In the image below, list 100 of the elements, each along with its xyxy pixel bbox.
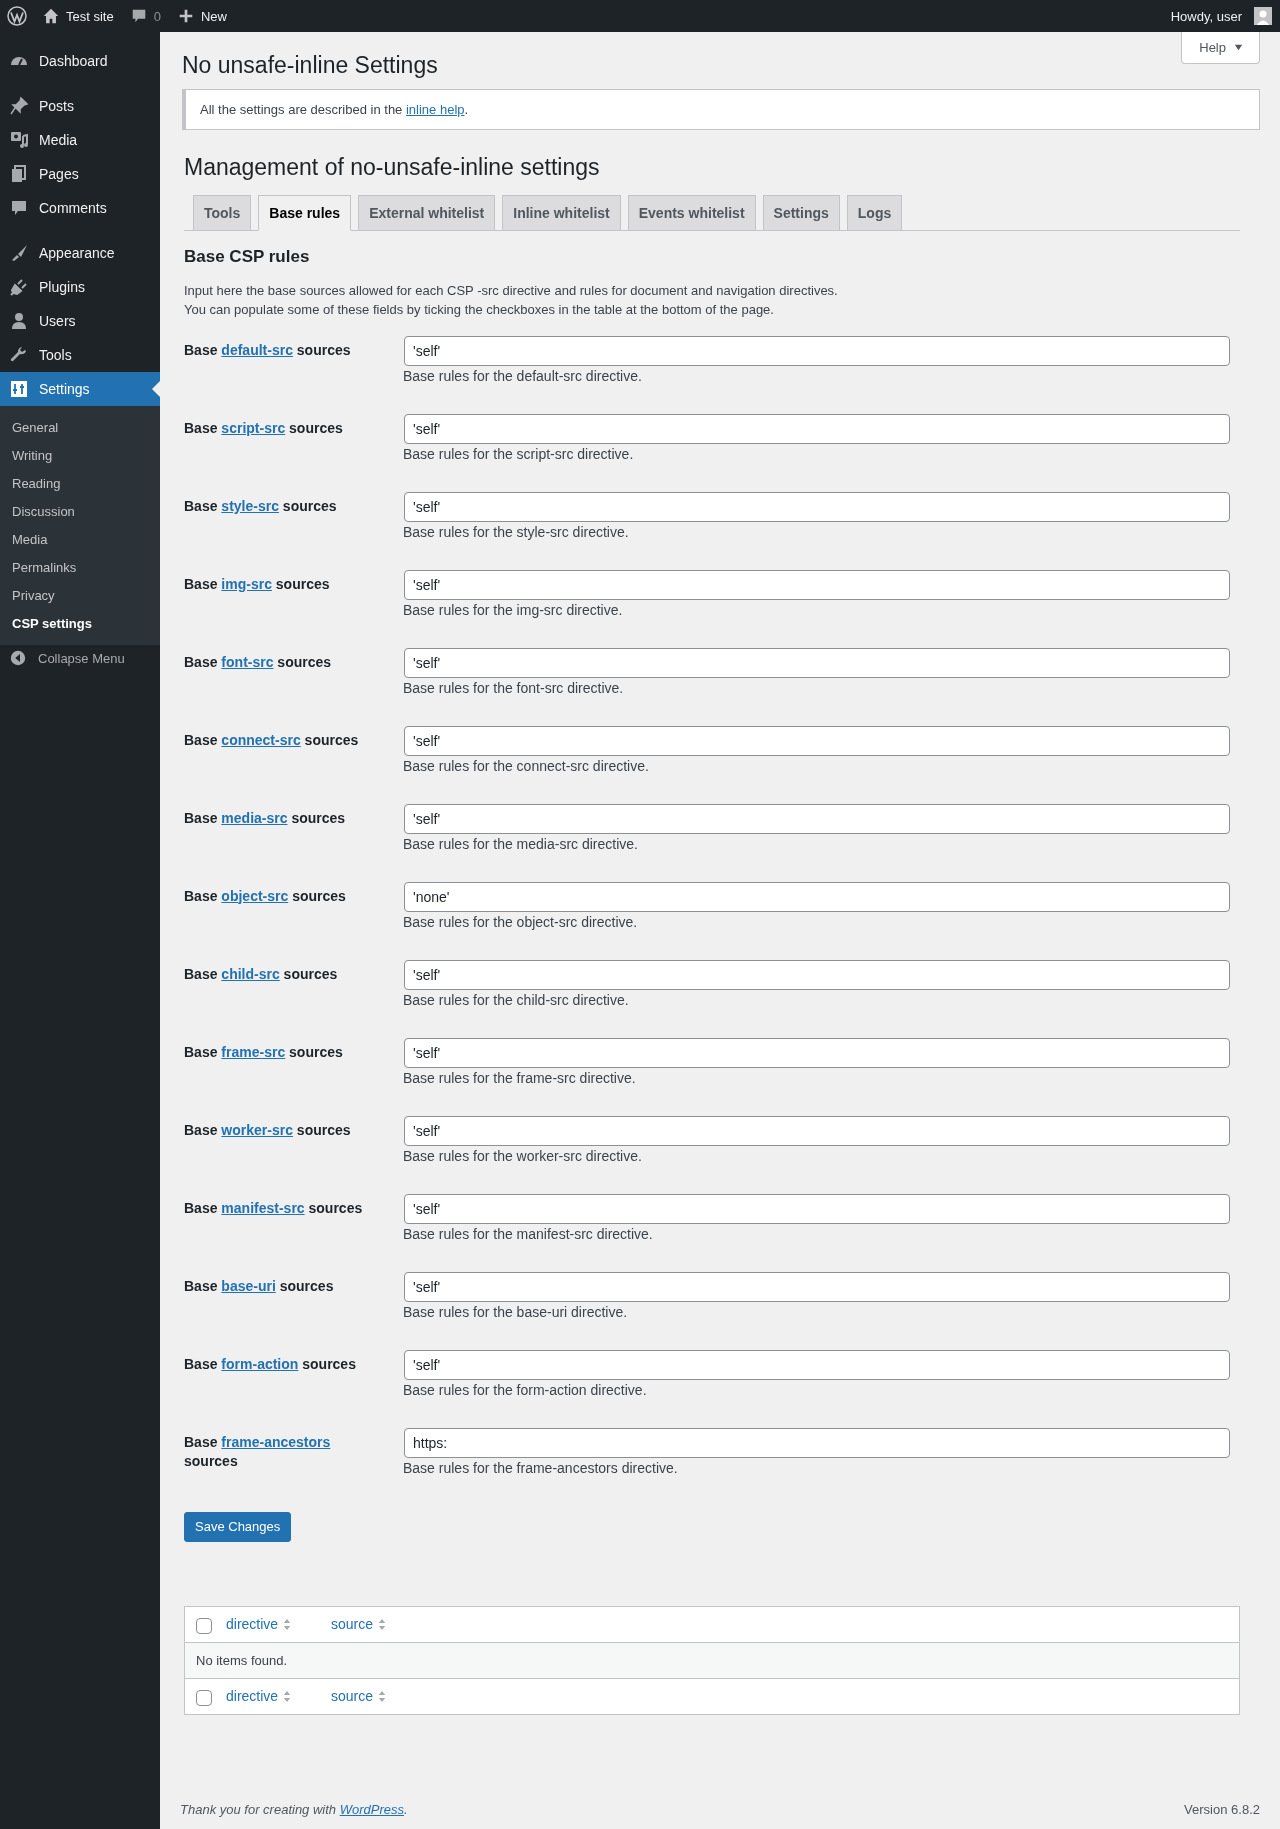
csp-docs-link[interactable]: script-src [221,419,286,436]
submenu-item[interactable]: Permalinks [0,553,160,581]
pages-icon [9,164,29,184]
input-field[interactable]: https: [404,1427,1230,1458]
csp-docs-link[interactable]: media-src [221,809,288,826]
field-label: Base base-uri sources [184,1276,335,1296]
footer-text: Thank you for creating with WordPress. [180,1802,408,1817]
csp-docs-link[interactable]: child-src [221,965,280,982]
csp-docs-link[interactable]: manifest-src [221,1199,305,1216]
site-link[interactable]: Test site [42,7,114,25]
sliders-icon [9,379,29,399]
media-icon [9,130,29,150]
input-field[interactable]: 'self' [404,1115,1230,1146]
column-sort-link[interactable]: source [331,1688,436,1705]
menu-item[interactable]: Users [0,304,160,338]
field-description: Base rules for the font-src directive. [403,679,625,696]
input-field[interactable]: 'self' [404,1193,1230,1224]
page-title: No unsafe-inline Settings [182,51,439,80]
tab[interactable]: Logs [846,194,903,230]
menu-item[interactable]: Plugins [0,270,160,304]
sort-arrows-icon [283,1617,292,1631]
field-description: Base rules for the child-src directive. [403,991,630,1008]
field-label: Base media-src sources [184,808,347,828]
input-field[interactable]: 'self' [404,803,1230,834]
field-label: Base form-action sources [184,1354,357,1374]
csp-docs-link[interactable]: connect-src [221,731,301,748]
field-description: Base rules for the form-action directive. [403,1381,648,1398]
field-label: Base object-src sources [184,886,347,906]
wordpress-link[interactable]: WordPress [339,1802,404,1817]
collapse-menu-button[interactable]: Collapse Menu [0,645,160,671]
csp-docs-link[interactable]: style-src [221,497,279,514]
input-field[interactable]: 'self' [404,647,1230,678]
menu-item[interactable]: Dashboard [0,44,160,78]
wordpress-logo-icon[interactable] [7,6,27,26]
input-field[interactable]: 'self' [404,413,1230,444]
intro-text: You can populate some of these fields by ticking the checkboxes in the table at the bottom of the page. [184,300,775,319]
submenu-item[interactable]: Media [0,525,160,553]
csp-docs-link[interactable]: form-action [221,1355,299,1372]
new-link[interactable]: New [176,7,227,25]
column-sort-link[interactable]: directive [226,1688,331,1705]
caret-icon [1234,43,1243,52]
submenu-item[interactable]: Privacy [0,581,160,609]
menu-item[interactable]: Posts [0,89,160,123]
save-button[interactable]: Save Changes [184,1511,292,1542]
tab[interactable]: Base rules [258,194,352,231]
field-description: Base rules for the base-uri directive. [403,1303,629,1320]
column-sort-link[interactable]: source [331,1616,436,1633]
submenu-item[interactable]: Reading [0,469,160,497]
submenu-item[interactable]: Discussion [0,497,160,525]
csp-docs-link[interactable]: worker-src [221,1121,293,1138]
menu-item[interactable]: Comments [0,191,160,225]
tab[interactable]: Settings [762,194,840,230]
submenu-item[interactable]: Writing [0,441,160,469]
field-description: Base rules for the object-src directive. [403,913,639,930]
inline-help-link[interactable]: inline help [405,101,465,117]
field-label: Base worker-src sources [184,1120,352,1140]
input-field[interactable]: 'none' [404,881,1230,912]
menu-item[interactable]: Pages [0,157,160,191]
input-field[interactable]: 'self' [404,959,1230,990]
select-all-checkbox[interactable] [196,1617,212,1634]
csp-docs-link[interactable]: frame-ancestors [221,1433,331,1450]
input-field[interactable]: 'self' [404,725,1230,756]
csp-docs-link[interactable]: object-src [221,887,289,904]
csp-docs-link[interactable]: img-src [221,575,272,592]
field-description: Base rules for the script-src directive. [403,445,635,462]
tab[interactable]: Inline whitelist [502,194,621,230]
csp-docs-link[interactable]: default-src [221,341,293,358]
csp-docs-link[interactable]: font-src [221,653,274,670]
tab[interactable]: External whitelist [358,194,496,230]
menu-item[interactable]: Media [0,123,160,157]
input-field[interactable]: 'self' [404,569,1230,600]
menu-item[interactable]: Tools [0,338,160,372]
comments-link[interactable]: 0 [129,7,161,25]
account-link[interactable]: Howdy, user [1170,7,1272,25]
plug-icon [9,277,29,297]
input-field[interactable]: 'self' [404,335,1230,366]
submenu-item[interactable]: CSP settings [0,609,160,637]
pin-icon [9,96,29,116]
select-all-checkbox[interactable] [196,1689,212,1706]
input-field[interactable]: 'self' [404,491,1230,522]
field-label: Base img-src sources [184,574,331,594]
input-field[interactable]: 'self' [404,1271,1230,1302]
section-title: Management of no-unsafe-inline settings [184,153,601,181]
person-icon [9,311,29,331]
menu-item[interactable]: Settings [0,372,160,406]
sort-arrows-icon [378,1689,387,1703]
tab[interactable]: Events whitelist [627,194,756,230]
field-description: Base rules for the style-src directive. [403,523,630,540]
field-label: Base font-src sources [184,652,333,672]
csp-docs-link[interactable]: frame-src [221,1043,286,1060]
version-text: Version 6.8.2 [1184,1802,1260,1817]
menu-item[interactable]: Appearance [0,236,160,270]
input-field[interactable]: 'self' [404,1349,1230,1380]
input-field[interactable]: 'self' [404,1037,1230,1068]
tab[interactable]: Tools [193,194,252,230]
empty-message: No items found. [196,1652,288,1668]
help-button[interactable]: Help [1181,32,1260,64]
submenu-item[interactable]: General [0,413,160,441]
column-sort-link[interactable]: directive [226,1616,331,1633]
csp-docs-link[interactable]: base-uri [221,1277,276,1294]
